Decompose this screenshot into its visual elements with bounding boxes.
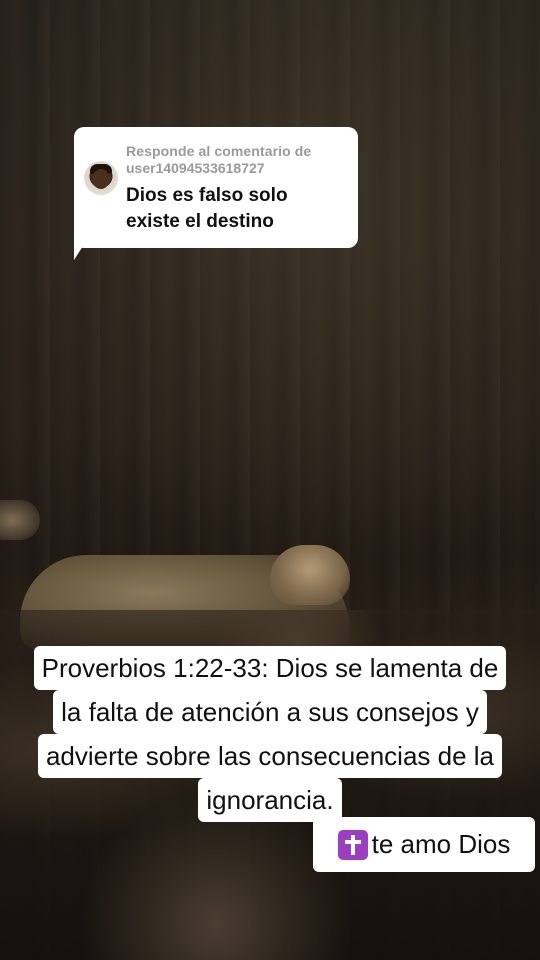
love-god-caption: te amo Dios bbox=[313, 817, 535, 872]
video-hand bbox=[0, 500, 40, 540]
video-figure-head bbox=[270, 545, 350, 605]
latin-cross-icon bbox=[337, 829, 368, 860]
reply-comment-text: Dios es falso solo existe el destino bbox=[126, 183, 346, 235]
caption-line: Proverbios 1:22-33: Dios se lamenta de bbox=[33, 646, 507, 690]
commenter-avatar[interactable] bbox=[84, 161, 118, 195]
caption-line: ignorancia. bbox=[198, 778, 342, 822]
reply-comment-bubble[interactable]: Responde al comentario de user1409453361… bbox=[74, 127, 358, 248]
curtain-backdrop bbox=[0, 0, 540, 600]
reply-header: Responde al comentario de bbox=[126, 143, 312, 159]
caption-line: la falta de atención a sus consejos y bbox=[53, 690, 487, 734]
love-god-text: te amo Dios bbox=[371, 829, 511, 859]
avatar-face bbox=[93, 169, 109, 189]
reply-username[interactable]: user14094533618727 bbox=[126, 160, 346, 177]
video-caption: Proverbios 1:22-33: Dios se lamenta de l… bbox=[0, 646, 540, 824]
reply-comment-line: Dios es falso solo bbox=[126, 185, 288, 206]
reply-comment-line: existe el destino bbox=[126, 211, 274, 232]
caption-line: advierte sobre las consecuencias de la bbox=[37, 734, 503, 778]
